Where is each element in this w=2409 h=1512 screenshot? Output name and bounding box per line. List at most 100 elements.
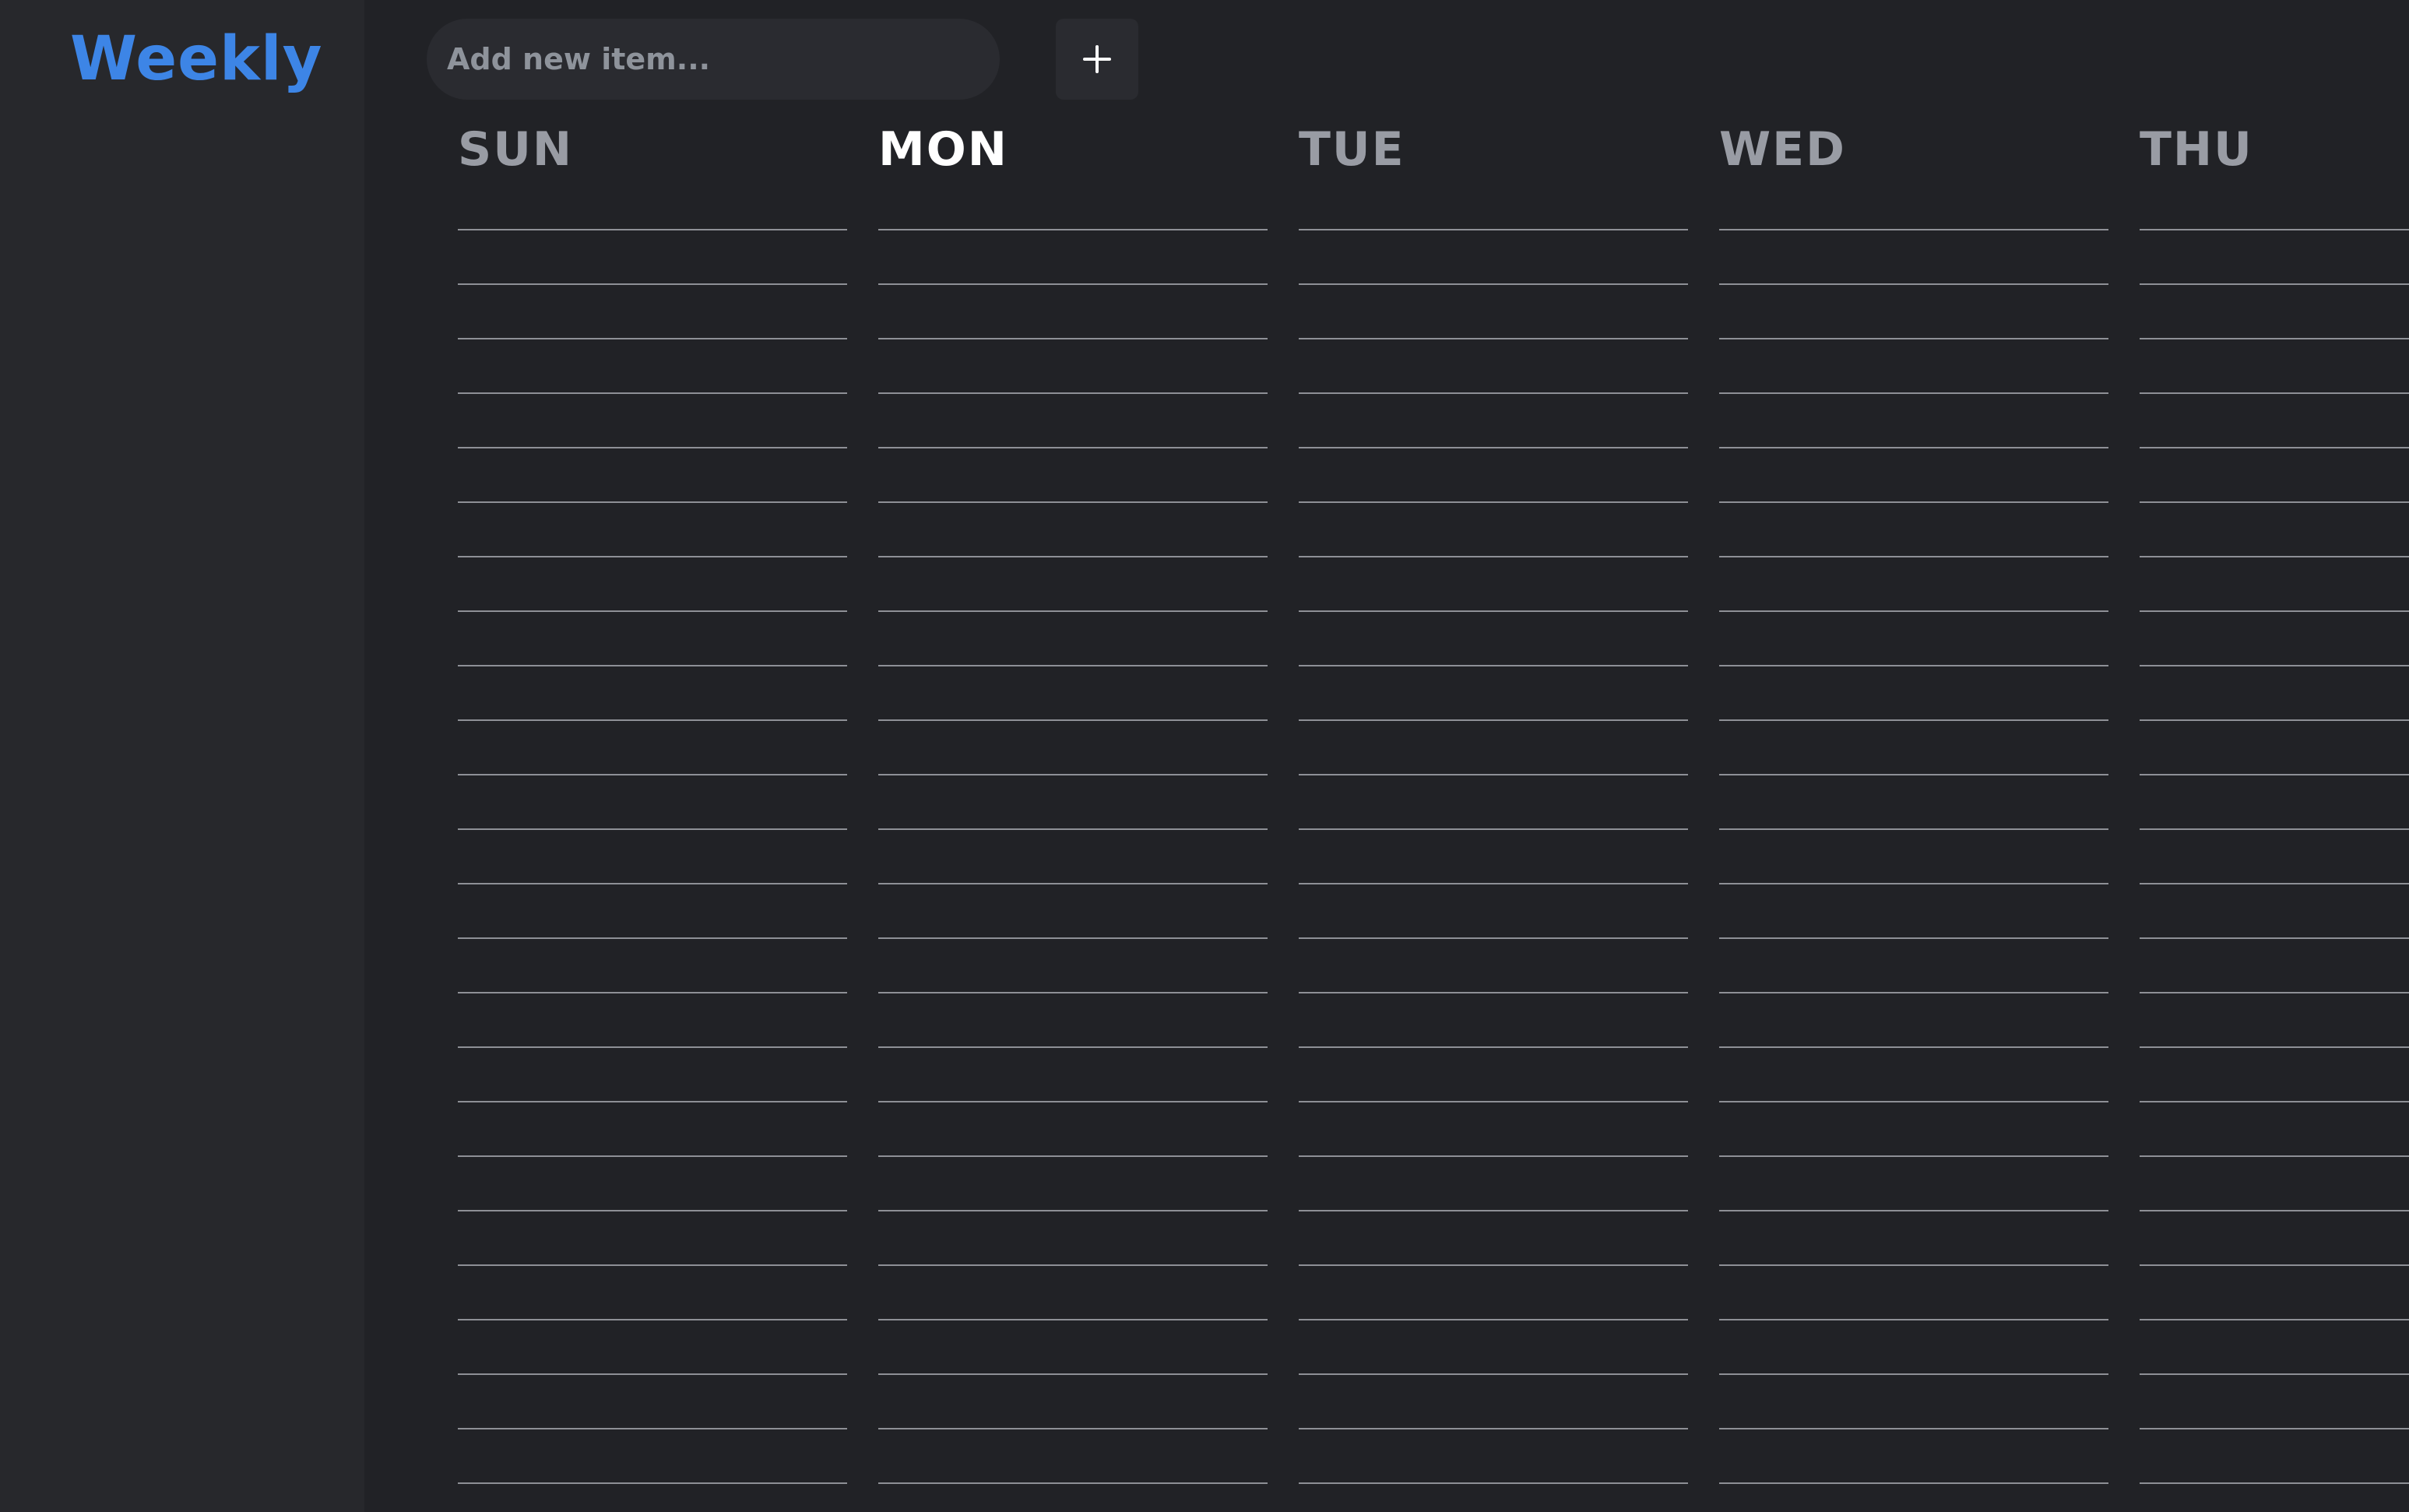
item-slot[interactable] — [1719, 884, 2108, 939]
item-slot[interactable] — [1299, 939, 1688, 993]
item-slot[interactable] — [458, 557, 847, 612]
item-slot[interactable] — [1719, 339, 2108, 394]
item-slot[interactable] — [458, 1211, 847, 1266]
item-slot[interactable] — [878, 775, 1268, 830]
item-slot[interactable] — [458, 939, 847, 993]
item-slot[interactable] — [1299, 1320, 1688, 1375]
item-slot[interactable] — [1299, 612, 1688, 666]
item-slot[interactable] — [2140, 1429, 2409, 1484]
item-slot[interactable] — [1719, 1157, 2108, 1211]
item-slot[interactable] — [458, 830, 847, 884]
item-slot[interactable] — [878, 339, 1268, 394]
item-slot[interactable] — [1299, 1429, 1688, 1484]
item-slot[interactable] — [1299, 1266, 1688, 1320]
item-slot[interactable] — [2140, 1102, 2409, 1157]
item-slot[interactable] — [2140, 775, 2409, 830]
item-slot[interactable] — [878, 1266, 1268, 1320]
item-slot[interactable] — [878, 721, 1268, 775]
add-item-button[interactable] — [1056, 19, 1138, 100]
item-slot[interactable] — [2140, 612, 2409, 666]
item-slot[interactable] — [2140, 557, 2409, 612]
item-slot[interactable] — [878, 394, 1268, 448]
item-slot[interactable] — [1719, 830, 2108, 884]
item-slot[interactable] — [878, 939, 1268, 993]
item-slot[interactable] — [458, 448, 847, 503]
item-slot[interactable] — [1719, 182, 2108, 230]
item-slot[interactable] — [1719, 285, 2108, 339]
item-slot[interactable] — [1719, 503, 2108, 557]
item-slot[interactable] — [458, 1157, 847, 1211]
item-slot[interactable] — [1719, 775, 2108, 830]
item-slot[interactable] — [1299, 448, 1688, 503]
item-slot[interactable] — [458, 1266, 847, 1320]
item-slot[interactable] — [458, 1375, 847, 1429]
item-slot[interactable] — [458, 884, 847, 939]
item-slot[interactable] — [1299, 503, 1688, 557]
item-slot[interactable] — [878, 448, 1268, 503]
item-slot[interactable] — [458, 1320, 847, 1375]
item-slot[interactable] — [1719, 993, 2108, 1048]
item-slot[interactable] — [1719, 230, 2108, 285]
item-slot[interactable] — [458, 230, 847, 285]
item-slot[interactable] — [878, 230, 1268, 285]
item-slot[interactable] — [458, 612, 847, 666]
item-slot[interactable] — [1719, 394, 2108, 448]
item-slot[interactable] — [878, 612, 1268, 666]
item-slot[interactable] — [1719, 1320, 2108, 1375]
item-slot[interactable] — [2140, 285, 2409, 339]
item-slot[interactable] — [1719, 1429, 2108, 1484]
item-slot[interactable] — [1719, 1211, 2108, 1266]
item-slot[interactable] — [1299, 394, 1688, 448]
item-slot[interactable] — [1299, 666, 1688, 721]
item-slot[interactable] — [878, 557, 1268, 612]
item-slot[interactable] — [458, 285, 847, 339]
item-slot[interactable] — [1719, 1048, 2108, 1102]
item-slot[interactable] — [2140, 1157, 2409, 1211]
item-slot[interactable] — [458, 775, 847, 830]
item-slot[interactable] — [878, 830, 1268, 884]
item-slot[interactable] — [2140, 993, 2409, 1048]
item-slot[interactable] — [1719, 939, 2108, 993]
item-slot[interactable] — [1719, 666, 2108, 721]
item-slot[interactable] — [1299, 721, 1688, 775]
item-slot[interactable] — [2140, 448, 2409, 503]
item-slot[interactable] — [1299, 830, 1688, 884]
item-slot[interactable] — [878, 1320, 1268, 1375]
item-slot[interactable] — [2140, 339, 2409, 394]
item-slot[interactable] — [2140, 830, 2409, 884]
item-slot[interactable] — [1299, 884, 1688, 939]
item-slot[interactable] — [1719, 1375, 2108, 1429]
item-slot[interactable] — [878, 285, 1268, 339]
item-slot[interactable] — [2140, 1375, 2409, 1429]
item-slot[interactable] — [458, 993, 847, 1048]
item-slot[interactable] — [878, 1429, 1268, 1484]
item-slot[interactable] — [1719, 721, 2108, 775]
item-slot[interactable] — [458, 503, 847, 557]
item-slot[interactable] — [878, 1102, 1268, 1157]
item-slot[interactable] — [2140, 666, 2409, 721]
item-slot[interactable] — [2140, 394, 2409, 448]
item-slot[interactable] — [1299, 1102, 1688, 1157]
item-slot[interactable] — [458, 666, 847, 721]
item-slot[interactable] — [1299, 339, 1688, 394]
item-slot[interactable] — [2140, 721, 2409, 775]
item-slot[interactable] — [1719, 557, 2108, 612]
item-slot[interactable] — [878, 1048, 1268, 1102]
item-slot[interactable] — [878, 666, 1268, 721]
item-slot[interactable] — [1719, 448, 2108, 503]
item-slot[interactable] — [878, 1375, 1268, 1429]
item-slot[interactable] — [1719, 612, 2108, 666]
item-slot[interactable] — [2140, 1266, 2409, 1320]
item-slot[interactable] — [458, 1048, 847, 1102]
item-slot[interactable] — [2140, 182, 2409, 230]
item-slot[interactable] — [2140, 1320, 2409, 1375]
item-slot[interactable] — [878, 1157, 1268, 1211]
add-item-input[interactable] — [427, 19, 1000, 100]
item-slot[interactable] — [458, 1429, 847, 1484]
item-slot[interactable] — [878, 1211, 1268, 1266]
item-slot[interactable] — [458, 721, 847, 775]
item-slot[interactable] — [1299, 182, 1688, 230]
item-slot[interactable] — [2140, 939, 2409, 993]
item-slot[interactable] — [878, 182, 1268, 230]
item-slot[interactable] — [1719, 1102, 2108, 1157]
